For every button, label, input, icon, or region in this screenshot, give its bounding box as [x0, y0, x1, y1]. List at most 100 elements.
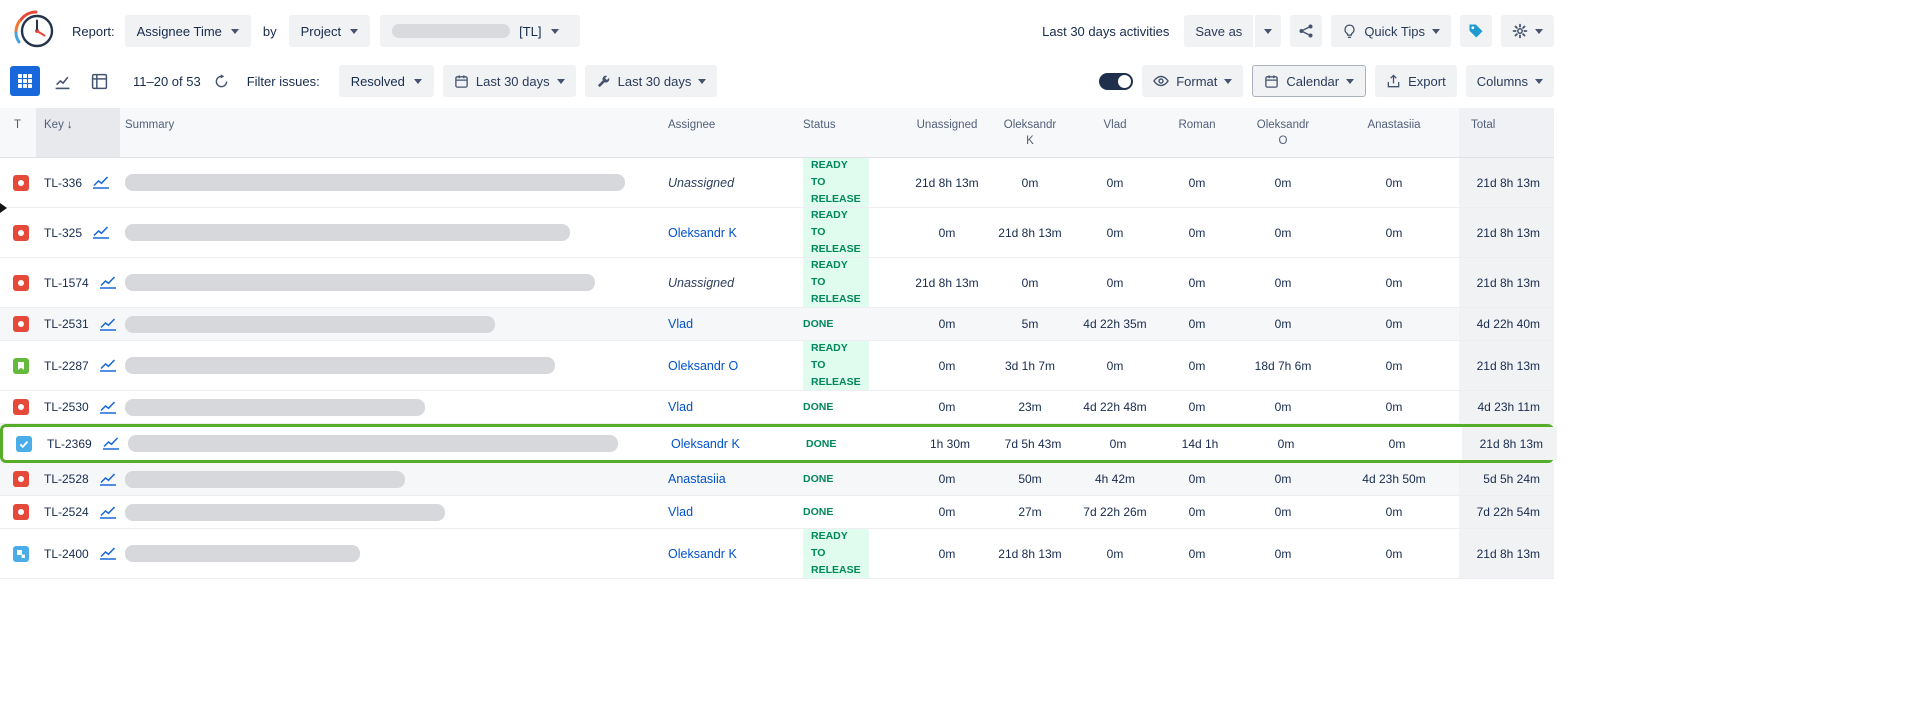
issue-key[interactable]: TL-325	[44, 226, 82, 240]
issue-chart-icon[interactable]	[99, 473, 117, 486]
issue-key[interactable]: TL-1574	[44, 276, 89, 290]
issue-row-TL-2369[interactable]: TL-2369Oleksandr KDONE1h 30m7d 5h 43m0m1…	[0, 424, 1554, 463]
issue-key[interactable]: TL-2400	[44, 547, 89, 561]
assignee-link[interactable]: Oleksandr K	[671, 437, 740, 451]
issue-chart-icon[interactable]	[92, 226, 110, 239]
issue-row-TL-2287[interactable]: TL-2287Oleksandr OREADY TO RELEASE0m3d 1…	[0, 341, 1554, 391]
assignee-link[interactable]: Vlad	[668, 400, 693, 414]
issue-chart-icon[interactable]	[99, 506, 117, 519]
status-lozenge: DONE	[803, 506, 833, 518]
issue-key[interactable]: TL-2287	[44, 359, 89, 373]
status-lozenge: READY TO RELEASE	[803, 208, 869, 257]
assignee-link[interactable]: Oleksandr K	[668, 547, 737, 561]
chevron-down-icon	[1224, 79, 1232, 84]
pivot-view-button[interactable]	[84, 66, 114, 96]
issue-key[interactable]: TL-2369	[47, 437, 92, 451]
columns-button[interactable]: Columns	[1466, 65, 1554, 97]
chart-view-button[interactable]	[47, 66, 77, 96]
time-cell: 3d 1h 7m	[987, 341, 1073, 390]
time-cell: 7d 22h 26m	[1073, 496, 1157, 528]
refresh-button[interactable]	[210, 69, 234, 93]
assignee-link[interactable]: Oleksandr O	[668, 359, 738, 373]
time-cell: 1h 30m	[910, 427, 990, 460]
issue-row-TL-2400[interactable]: TL-2400Oleksandr KREADY TO RELEASE0m21d …	[0, 529, 1554, 579]
issue-chart-icon[interactable]	[99, 318, 117, 331]
project-select[interactable]: [TL]	[380, 15, 580, 47]
assignee-link[interactable]: Oleksandr K	[668, 226, 737, 240]
assignee-link[interactable]: Anastasiia	[668, 472, 726, 486]
left-edge-marker	[0, 203, 7, 213]
save-as-button[interactable]: Save as	[1184, 15, 1253, 47]
activities-label: Last 30 days activities	[1042, 24, 1169, 39]
report-type-select[interactable]: Assignee Time	[125, 15, 251, 47]
quick-tips-button[interactable]: Quick Tips	[1331, 15, 1451, 47]
report-label: Report:	[72, 24, 115, 39]
export-icon	[1386, 74, 1401, 89]
column-header-status[interactable]: Status	[795, 108, 907, 157]
calendar-icon	[1264, 74, 1279, 89]
display-toggle[interactable]	[1099, 73, 1133, 90]
total-cell: 4d 23h 11m	[1459, 391, 1554, 423]
issue-chart-icon[interactable]	[99, 401, 117, 414]
issue-chart-icon[interactable]	[92, 176, 110, 189]
groupby-select[interactable]: Project	[289, 15, 370, 47]
time-cell: 0m	[1237, 496, 1329, 528]
table-body: TL-336UnassignedREADY TO RELEASE21d 8h 1…	[0, 158, 1554, 579]
columns-label: Columns	[1477, 74, 1528, 89]
time-cell: 21d 8h 13m	[907, 258, 987, 307]
total-cell: 21d 8h 13m	[1459, 158, 1554, 207]
share-button[interactable]	[1290, 15, 1322, 47]
worklog-period-button[interactable]: Last 30 days	[585, 65, 718, 97]
time-cell: 0m	[1237, 258, 1329, 307]
column-header-u2[interactable]: Vlad	[1073, 108, 1157, 157]
issue-period-button[interactable]: Last 30 days	[443, 65, 576, 97]
column-header-assignee[interactable]: Assignee	[660, 108, 795, 157]
total-cell: 4d 22h 40m	[1459, 308, 1554, 340]
assignee-link[interactable]: Vlad	[668, 317, 693, 331]
export-button[interactable]: Export	[1375, 65, 1457, 97]
issue-key[interactable]: TL-336	[44, 176, 82, 190]
pivot-table-icon	[91, 73, 108, 90]
view-switcher	[10, 66, 114, 96]
column-header-unassigned[interactable]: Unassigned	[907, 108, 987, 157]
column-header-u5[interactable]: Anastasiia	[1329, 108, 1459, 157]
toggle-knob	[1118, 75, 1131, 88]
issue-row-TL-2524[interactable]: TL-2524VladDONE0m27m7d 22h 26m0m0m0m7d 2…	[0, 496, 1554, 529]
summary-redacted	[125, 357, 555, 374]
issue-key[interactable]: TL-2524	[44, 505, 89, 519]
issue-row-TL-2528[interactable]: TL-2528AnastasiiaDONE0m50m4h 42m0m0m4d 2…	[0, 463, 1554, 496]
column-header-u4[interactable]: Oleksandr O	[1237, 108, 1329, 157]
issue-row-TL-2530[interactable]: TL-2530VladDONE0m23m4d 22h 48m0m0m0m4d 2…	[0, 391, 1554, 424]
issue-chart-icon[interactable]	[102, 437, 120, 450]
tag-button[interactable]	[1460, 15, 1492, 47]
save-as-dropdown-button[interactable]	[1255, 15, 1281, 47]
table-view-button[interactable]	[10, 66, 40, 96]
total-cell: 21d 8h 13m	[1462, 427, 1557, 460]
status-lozenge: READY TO RELEASE	[803, 529, 869, 578]
assignee-link[interactable]: Vlad	[668, 505, 693, 519]
issue-row-TL-1574[interactable]: TL-1574UnassignedREADY TO RELEASE21d 8h …	[0, 258, 1554, 308]
issue-type-story-icon	[13, 358, 29, 374]
calendar-button[interactable]: Calendar	[1252, 65, 1366, 97]
issue-key[interactable]: TL-2528	[44, 472, 89, 486]
issue-chart-icon[interactable]	[99, 547, 117, 560]
issue-row-TL-336[interactable]: TL-336UnassignedREADY TO RELEASE21d 8h 1…	[0, 158, 1554, 208]
issue-chart-icon[interactable]	[99, 359, 117, 372]
issue-row-TL-325[interactable]: TL-325Oleksandr KREADY TO RELEASE0m21d 8…	[0, 208, 1554, 258]
column-header-total[interactable]: Total	[1459, 108, 1554, 157]
issue-chart-icon[interactable]	[99, 276, 117, 289]
settings-button[interactable]	[1501, 15, 1554, 47]
column-header-u1[interactable]: Oleksandr K	[987, 108, 1073, 157]
column-header-summary[interactable]: Summary	[120, 108, 660, 157]
issue-key[interactable]: TL-2531	[44, 317, 89, 331]
resolution-filter-select[interactable]: Resolved	[339, 65, 434, 97]
column-header-u3[interactable]: Roman	[1157, 108, 1237, 157]
column-header-key[interactable]: Key↓	[36, 108, 120, 157]
issue-type-task-icon	[16, 436, 32, 452]
issue-row-TL-2531[interactable]: TL-2531VladDONE0m5m4d 22h 35m0m0m0m4d 22…	[0, 308, 1554, 341]
format-button[interactable]: Format	[1142, 65, 1243, 97]
issue-key[interactable]: TL-2530	[44, 400, 89, 414]
column-header-type[interactable]: T	[0, 108, 36, 157]
tag-icon	[1468, 23, 1484, 39]
time-cell: 4d 22h 48m	[1073, 391, 1157, 423]
